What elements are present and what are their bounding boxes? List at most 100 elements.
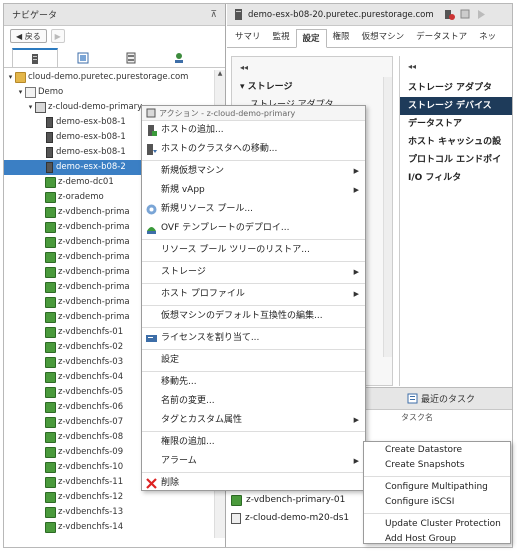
vm-action-icon[interactable]: [460, 9, 471, 20]
object-tab[interactable]: 監視: [267, 28, 296, 47]
submenu-item-create-snapshots[interactable]: Create Snapshots: [364, 458, 510, 473]
submenu-item-configure-iscsi[interactable]: Configure iSCSI: [364, 495, 510, 510]
vm-icon: [45, 207, 56, 218]
tab-hosts-clusters[interactable]: [12, 48, 58, 67]
pin-icon[interactable]: ⊼: [210, 10, 217, 20]
tree-item[interactable]: ▾ Demo: [4, 85, 214, 100]
menu-item-label: 仮想マシンのデフォルト互換性の編集...: [161, 311, 323, 321]
menu-item[interactable]: ストレージ ▶: [142, 263, 365, 282]
collapse-right-icon[interactable]: ◂◂: [400, 56, 512, 71]
menu-item[interactable]: 新規仮想マシン ▶: [142, 162, 365, 181]
context-menu-items: ホストの追加... ホストのクラスタへの移動... 新規仮想マシン ▶ 新規 vApp ▶…: [142, 121, 365, 490]
storage-subnav: ◂◂ ストレージ アダプタ ストレージ デバイス データストア ホスト キャッシュの設…: [399, 56, 512, 386]
submenu-item-configure-multipathing[interactable]: Configure Multipathing: [364, 480, 510, 495]
tab-vms-templates[interactable]: [60, 48, 106, 67]
object-tab[interactable]: データストア: [410, 28, 473, 47]
menu-item[interactable]: 権限の追加...: [142, 433, 365, 452]
tree-item-label: z-vdbench-prima: [58, 252, 130, 262]
tree-item[interactable]: z-vdbenchfs-13: [4, 505, 214, 520]
navigator-tabs: [4, 46, 225, 68]
tree-item-label: Demo: [38, 87, 64, 97]
section-storage[interactable]: ▾ ストレージ: [232, 78, 392, 96]
menu-item[interactable]: 削除: [142, 474, 365, 490]
menu-item-label: ストレージ: [161, 267, 206, 277]
expand-toggle-icon[interactable]: ▾: [26, 100, 35, 115]
tree-item-label: z-vdbench-prima: [58, 312, 130, 322]
menu-item[interactable]: 仮想マシンのデフォルト互換性の編集...: [142, 307, 365, 326]
expand-toggle-icon[interactable]: ▾: [6, 70, 15, 85]
vm-icon: [45, 402, 56, 413]
context-menu-header: アクション - z-cloud-demo-primary: [142, 106, 365, 121]
vm-icon: [45, 477, 56, 488]
object-tab[interactable]: 仮想マシン: [356, 28, 411, 47]
object-tab[interactable]: サマリ: [229, 28, 267, 47]
storage-subnav-item[interactable]: ホスト キャッシュの設: [400, 133, 512, 151]
storage-subnav-item[interactable]: I/O フィルタ: [400, 169, 512, 187]
menu-item[interactable]: タグとカスタム属性 ▶: [142, 411, 365, 430]
tab-networking[interactable]: [156, 48, 202, 67]
vm-icon: [45, 222, 56, 233]
add-host-icon: [148, 125, 157, 136]
menu-item-label: 新規仮想マシン: [161, 166, 225, 176]
host-action-icon[interactable]: [444, 9, 455, 20]
tree-item-label: z-vdbenchfs-01: [58, 327, 124, 337]
back-button[interactable]: ◀ 戻る: [10, 29, 47, 43]
menu-item[interactable]: 新規 vApp ▶: [142, 181, 365, 200]
storage-subnav-item[interactable]: ストレージ アダプタ: [400, 79, 512, 97]
menu-item[interactable]: 名前の変更...: [142, 392, 365, 411]
tree-item-label: z-vdbench-prima: [58, 222, 130, 232]
forward-button[interactable]: ▶: [50, 29, 65, 43]
object-tab[interactable]: ネッ: [473, 28, 502, 47]
menu-item[interactable]: アラーム ▶: [142, 452, 365, 471]
tree-item-label: z-vdbenchfs-14: [58, 522, 124, 532]
menu-item[interactable]: 新規リソース プール...: [142, 200, 365, 219]
resource-pool-icon: [146, 204, 157, 215]
menu-item[interactable]: OVF テンプレートのデプロイ...: [142, 219, 365, 238]
object-tab[interactable]: 設定: [295, 29, 327, 48]
menu-item[interactable]: リソース プール ツリーのリストア...: [142, 241, 365, 260]
storage-subnav-item[interactable]: データストア: [400, 115, 512, 133]
menu-item-label: OVF テンプレートのデプロイ...: [161, 223, 290, 233]
tree-item[interactable]: z-vdbenchfs-12: [4, 490, 214, 505]
navigator-header: ナビゲータ ⊼: [4, 4, 225, 26]
tab-storage[interactable]: [108, 48, 154, 67]
collapse-icon[interactable]: ◂◂: [232, 57, 392, 72]
tree-item-label: cloud-demo.puretec.purestorage.com: [28, 72, 189, 82]
storage-subnav-item[interactable]: ストレージ デバイス: [400, 97, 512, 115]
datastore-icon: [231, 512, 241, 524]
menu-item[interactable]: 設定: [142, 351, 365, 370]
menu-item[interactable]: ホストのクラスタへの移動...: [142, 140, 365, 159]
power-action-icon[interactable]: [476, 9, 487, 20]
submenu-arrow-icon: ▶: [353, 416, 359, 424]
menu-item-label: 削除: [161, 478, 180, 488]
vm-icon: [45, 462, 56, 473]
tree-item[interactable]: z-vdbenchfs-14: [4, 520, 214, 535]
menu-item[interactable]: 移動先...: [142, 373, 365, 392]
submenu-item-create-datastore[interactable]: Create Datastore: [364, 443, 510, 458]
submenu-item-add-host-group[interactable]: Add Host Group: [364, 532, 510, 547]
menu-item[interactable]: ホスト プロファイル ▶: [142, 285, 365, 304]
storage-subnav-item[interactable]: プロトコル エンドポイ: [400, 151, 512, 169]
tree-item[interactable]: ▾ cloud-demo.puretec.purestorage.com: [4, 70, 214, 85]
scroll-up-icon[interactable]: ▲: [215, 70, 225, 81]
tab-recent-tasks[interactable]: 最近のタスク: [401, 392, 481, 405]
settings-scrollbar[interactable]: [383, 77, 392, 357]
menu-separator: [142, 305, 365, 306]
submenu-arrow-icon: ▶: [353, 186, 359, 194]
expand-toggle-icon[interactable]: ▾: [16, 85, 25, 100]
vm-icon: [45, 357, 56, 368]
menu-item-label: ホストのクラスタへの移動...: [161, 144, 278, 154]
host-icon: [46, 132, 53, 143]
menu-item[interactable]: ライセンスを割り当て...: [142, 329, 365, 348]
object-tab[interactable]: 権限: [327, 28, 356, 47]
tree-item-label: demo-esx-b08-2: [56, 162, 126, 172]
license-icon: [146, 335, 157, 342]
menu-item[interactable]: ホストの追加...: [142, 121, 365, 140]
menu-item-label: 新規リソース プール...: [161, 204, 253, 214]
tree-item-label: demo-esx-b08-1: [56, 117, 126, 127]
storage-icon: [126, 52, 136, 64]
vm-icon: [45, 192, 56, 203]
tree-item-label: z-vdbenchfs-10: [58, 462, 124, 472]
submenu-item-update-cluster-protection[interactable]: Update Cluster Protection: [364, 517, 510, 532]
tree-item-label: z-demo-dc01: [58, 177, 114, 187]
